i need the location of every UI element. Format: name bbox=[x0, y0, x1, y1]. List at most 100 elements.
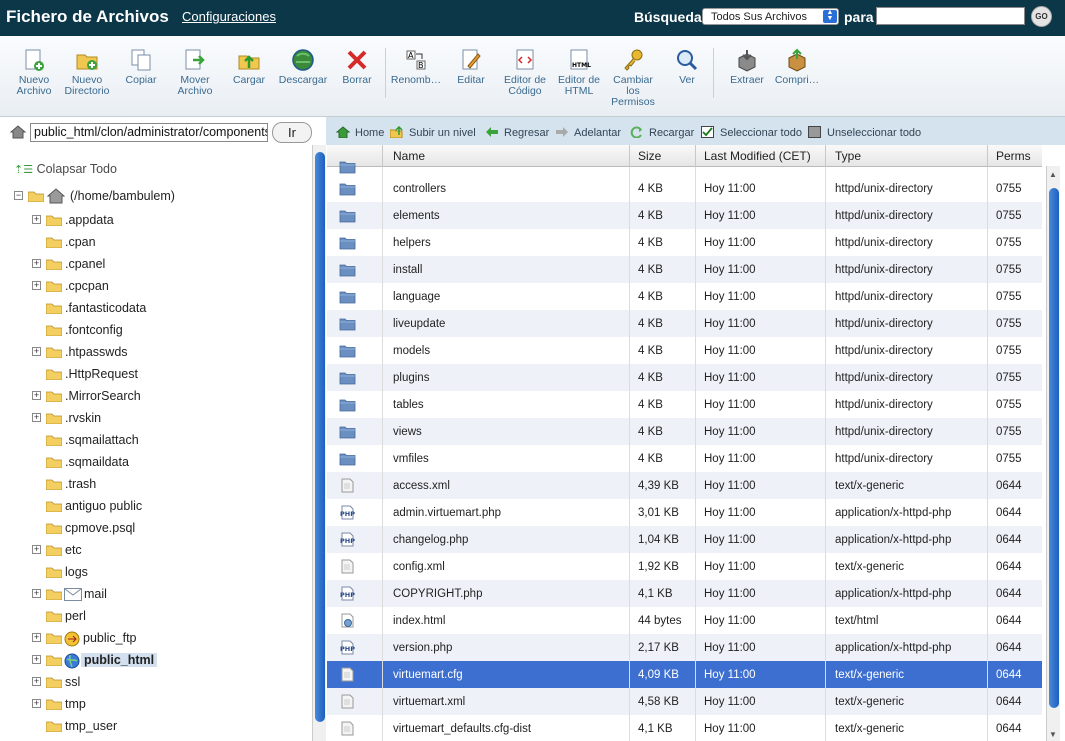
expand-icon[interactable]: + bbox=[32, 347, 41, 356]
scroll-down-icon[interactable]: ▼ bbox=[1049, 730, 1057, 739]
toolbar-button-extract[interactable]: Extraer bbox=[719, 48, 775, 86]
expand-icon[interactable]: + bbox=[32, 677, 41, 686]
expand-icon[interactable]: + bbox=[32, 655, 41, 664]
folder-icon bbox=[46, 215, 62, 226]
table-row[interactable]: PHP version.php 2,17 KB Hoy 11:00 applicatio… bbox=[327, 634, 1042, 661]
column-header-perms[interactable]: Perms bbox=[996, 149, 1031, 163]
table-row-partial[interactable] bbox=[327, 161, 1042, 175]
table-row[interactable]: vmfiles 4 KB Hoy 11:00 httpd/unix-directory… bbox=[327, 445, 1042, 472]
cell-perms: 0755 bbox=[996, 318, 1022, 330]
settings-link[interactable]: Configuraciones bbox=[182, 9, 276, 24]
forward-arrow-icon bbox=[556, 127, 568, 137]
new-folder-icon bbox=[76, 54, 98, 70]
tree-scrollbar[interactable] bbox=[312, 145, 326, 741]
path-input[interactable]: public_html/clon/administrator/component… bbox=[30, 123, 268, 142]
table-row[interactable]: elements 4 KB Hoy 11:00 httpd/unix-director… bbox=[327, 202, 1042, 229]
path-go-button[interactable]: Ir bbox=[272, 122, 312, 143]
column-header-name[interactable]: Name bbox=[393, 149, 425, 163]
column-header-size[interactable]: Size bbox=[638, 149, 661, 163]
table-row[interactable]: virtuemart.xml 4,58 KB Hoy 11:00 text/x-gen… bbox=[327, 688, 1042, 715]
table-row[interactable]: PHP admin.virtuemart.php 3,01 KB Hoy 11:00 a… bbox=[327, 499, 1042, 526]
nav-forward-arrow[interactable]: Adelantar bbox=[555, 126, 621, 139]
expand-icon[interactable]: + bbox=[32, 589, 41, 598]
table-row[interactable]: index.html 44 bytes Hoy 11:00 text/html 0644 bbox=[327, 607, 1042, 634]
search-go-button[interactable]: GO bbox=[1031, 6, 1052, 27]
nav-reload[interactable]: Recargar bbox=[630, 126, 694, 139]
expand-icon[interactable]: + bbox=[32, 699, 41, 708]
file-table-scrollbar[interactable]: ▲ ▼ bbox=[1046, 166, 1060, 741]
nav-home[interactable]: Home bbox=[336, 126, 384, 139]
app-title: Fichero de Archivos bbox=[6, 7, 169, 26]
text-file-icon bbox=[341, 667, 354, 682]
nav-up-level[interactable]: Subir un nivel bbox=[390, 126, 476, 139]
table-row[interactable]: virtuemart.cfg 4,09 KB Hoy 11:00 text/x-gen… bbox=[327, 661, 1042, 688]
folder-icon bbox=[46, 545, 62, 556]
toolbar-button-new-file[interactable]: Nuevo Archivo bbox=[6, 48, 62, 97]
nav-label: Seleccionar todo bbox=[720, 127, 802, 139]
toolbar-button-move[interactable]: Mover Archivo bbox=[167, 48, 223, 97]
cell-name: views bbox=[393, 426, 422, 438]
nav-checkbox-empty[interactable]: Unseleccionar todo bbox=[808, 126, 921, 139]
toolbar-button-delete[interactable]: Borrar bbox=[329, 48, 385, 86]
table-row[interactable]: language 4 KB Hoy 11:00 httpd/unix-director… bbox=[327, 283, 1042, 310]
nav-back-arrow[interactable]: Regresar bbox=[485, 126, 549, 139]
expand-icon[interactable]: + bbox=[32, 281, 41, 290]
search-scope-select[interactable]: Todos Sus Archivos ▲ ▼ bbox=[702, 8, 839, 25]
toolbar-button-view[interactable]: Ver bbox=[659, 48, 715, 86]
tree-item-label: cpmove.psql bbox=[65, 521, 136, 535]
table-row[interactable]: install 4 KB Hoy 11:00 httpd/unix-directory… bbox=[327, 256, 1042, 283]
home-icon bbox=[336, 126, 350, 138]
table-row[interactable]: models 4 KB Hoy 11:00 httpd/unix-directory 0… bbox=[327, 337, 1042, 364]
table-row[interactable]: liveupdate 4 KB Hoy 11:00 httpd/unix-direct… bbox=[327, 310, 1042, 337]
cell-name: plugins bbox=[393, 372, 430, 384]
cell-type: text/x-generic bbox=[835, 669, 905, 681]
table-row[interactable]: PHP changelog.php 1,04 KB Hoy 11:00 applicat… bbox=[327, 526, 1042, 553]
expand-icon[interactable]: + bbox=[32, 391, 41, 400]
expand-icon[interactable]: + bbox=[32, 545, 41, 554]
scroll-up-icon[interactable]: ▲ bbox=[1049, 170, 1057, 179]
expand-icon[interactable]: + bbox=[32, 633, 41, 642]
table-row[interactable]: PHP COPYRIGHT.php 4,1 KB Hoy 11:00 applicati… bbox=[327, 580, 1042, 607]
table-row[interactable]: helpers 4 KB Hoy 11:00 httpd/unix-directory… bbox=[327, 229, 1042, 256]
cell-perms: 0755 bbox=[996, 264, 1022, 276]
collapse-icon[interactable]: − bbox=[14, 191, 23, 200]
text-file-icon bbox=[341, 721, 354, 736]
table-row[interactable]: controllers 4 KB Hoy 11:00 httpd/unix-direc… bbox=[327, 175, 1042, 202]
nav-checkbox-checked[interactable]: Seleccionar todo bbox=[701, 126, 802, 139]
file-table-scrollbar-thumb[interactable] bbox=[1049, 188, 1059, 708]
toolbar-button-edit[interactable]: Editar bbox=[443, 48, 499, 86]
search-input[interactable] bbox=[876, 7, 1025, 25]
table-row[interactable]: access.xml 4,39 KB Hoy 11:00 text/x-generic… bbox=[327, 472, 1042, 499]
toolbar-button-code-editor[interactable]: Editor de Código bbox=[497, 48, 553, 97]
toolbar-button-html-editor[interactable]: HTML Editor de HTML bbox=[551, 48, 607, 97]
collapse-all-button[interactable]: ⇡☰ Colapsar Todo bbox=[14, 162, 117, 176]
expand-icon[interactable]: + bbox=[32, 413, 41, 422]
toolbar-button-permissions[interactable]: Cambiar los Permisos bbox=[605, 48, 661, 108]
folder-icon bbox=[339, 372, 356, 385]
column-header-type[interactable]: Type bbox=[835, 149, 861, 163]
toolbar-button-copy[interactable]: Copiar bbox=[113, 48, 169, 86]
toolbar-button-new-folder[interactable]: Nuevo Directorio bbox=[59, 48, 115, 97]
expand-icon[interactable]: + bbox=[32, 259, 41, 268]
tree-item-label: tmp bbox=[65, 697, 86, 711]
table-row[interactable]: virtuemart_defaults.cfg-dist 4,1 KB Hoy 11… bbox=[327, 715, 1042, 741]
table-row[interactable]: tables 4 KB Hoy 11:00 httpd/unix-directory 0… bbox=[327, 391, 1042, 418]
table-row[interactable]: views 4 KB Hoy 11:00 httpd/unix-directory 07… bbox=[327, 418, 1042, 445]
cell-type: httpd/unix-directory bbox=[835, 399, 933, 411]
cell-perms: 0644 bbox=[996, 480, 1022, 492]
html-file-icon bbox=[341, 613, 354, 628]
folder-icon bbox=[46, 369, 62, 380]
toolbar-button-compress[interactable]: Compri… bbox=[769, 48, 825, 86]
toolbar-button-upload[interactable]: Cargar bbox=[221, 48, 277, 86]
table-row[interactable]: config.xml 1,92 KB Hoy 11:00 text/x-generic… bbox=[327, 553, 1042, 580]
cell-name: version.php bbox=[393, 642, 453, 654]
toolbar-button-rename[interactable]: A B Renomb… bbox=[388, 48, 444, 86]
toolbar-button-download[interactable]: Descargar bbox=[275, 48, 331, 86]
tree-scrollbar-thumb[interactable] bbox=[315, 152, 325, 722]
expand-icon[interactable]: + bbox=[32, 215, 41, 224]
cell-name: elements bbox=[393, 210, 440, 222]
column-header-last[interactable]: Last Modified (CET) bbox=[704, 149, 811, 163]
table-row[interactable]: plugins 4 KB Hoy 11:00 httpd/unix-directory… bbox=[327, 364, 1042, 391]
toolbar-button-label: Nuevo Directorio bbox=[64, 74, 110, 97]
cell-name: tables bbox=[393, 399, 424, 411]
